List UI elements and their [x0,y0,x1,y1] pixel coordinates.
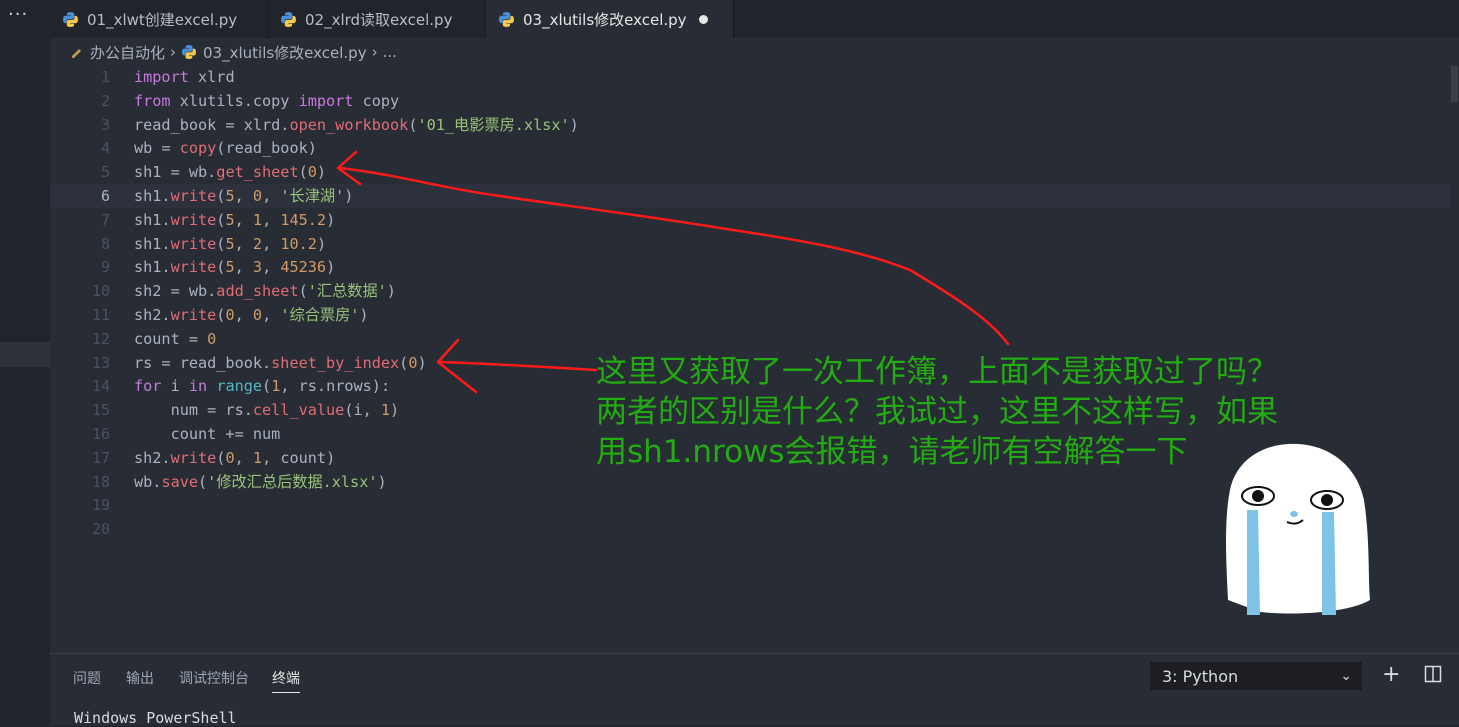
line-number: 16 [91,424,110,443]
code-lines[interactable]: import xlrd from xlutils.copy import cop… [134,66,579,542]
split-terminal-icon[interactable] [1424,664,1442,689]
code-line[interactable]: rs = read_book.sheet_by_index(0) [134,352,579,376]
line-number: 14 [91,377,110,396]
code-line[interactable]: count = 0 [134,328,579,352]
line-number: 8 [100,234,110,253]
code-line[interactable]: sh1.write(5, 2, 10.2) [134,233,579,257]
annotation-line: 用sh1.nrows会报错，请老师有空解答一下 [596,434,1188,470]
tab-label: 03_xlutils修改excel.py [523,10,687,29]
code-line[interactable]: sh2.write(0, 0, '综合票房') [134,304,579,328]
tab-label: 01_xlwt创建excel.py [87,10,238,29]
folder-pencil-icon [72,49,81,58]
line-number: 3 [100,115,110,134]
bottom-panel: 问题 输出 调试控制台 终端 3: Python ⌄ + Windows Pow… [50,653,1459,727]
breadcrumb-file-label: 03_xlutils修改excel.py [203,43,367,62]
line-number: 19 [91,496,110,515]
code-line[interactable]: num = rs.cell_value(i, 1) [134,399,579,423]
terminal-output[interactable]: Windows PowerShell [74,709,237,727]
line-number: 1 [100,68,110,86]
breadcrumb: 办公自动化 › 03_xlutils修改excel.py › ... [50,38,1459,66]
line-number: 9 [100,258,110,277]
terminal-select[interactable]: 3: Python ⌄ [1150,662,1362,690]
tab-terminal[interactable]: 终端 [272,668,300,693]
line-number: 10 [91,282,110,301]
line-number: 11 [91,305,110,324]
tab-output[interactable]: 输出 [126,668,154,688]
line-number: 2 [100,91,110,110]
line-number-gutter: 1 2 3 4 5 6 7 8 9 10 11 12 13 14 15 16 1… [50,66,110,542]
code-line[interactable]: sh2.write(0, 1, count) [134,447,579,471]
tab-03-xlutils[interactable]: 03_xlutils修改excel.py [486,0,734,38]
add-terminal-icon[interactable]: + [1382,662,1400,687]
tab-problems[interactable]: 问题 [73,668,101,688]
breadcrumb-file[interactable]: 03_xlutils修改excel.py [181,42,367,63]
code-line[interactable] [134,494,579,518]
tab-01-xlwt[interactable]: 01_xlwt创建excel.py [50,0,268,38]
more-actions-icon[interactable]: ··· [8,4,28,25]
line-number: 15 [91,401,110,420]
python-file-icon [182,45,197,59]
breadcrumb-folder[interactable]: 办公自动化 [70,42,165,63]
line-number: 12 [91,329,110,348]
line-number: 6 [100,186,110,205]
unsaved-dot-icon[interactable] [698,14,708,24]
code-line[interactable]: for i in range(1, rs.nrows): [134,375,579,399]
python-file-icon [63,11,78,27]
code-line[interactable]: sh2 = wb.add_sheet('汇总数据') [134,280,579,304]
code-line[interactable] [134,518,579,542]
line-number: 20 [91,520,110,539]
code-line[interactable]: sh1 = wb.get_sheet(0) [134,161,579,185]
tab-debug-console[interactable]: 调试控制台 [179,668,249,688]
code-line[interactable]: count += num [134,423,579,447]
line-number: 7 [100,210,110,229]
activity-bar: ··· [0,0,50,726]
line-number: 13 [91,353,110,372]
line-number: 5 [100,163,110,182]
python-file-icon [499,11,514,27]
annotation-line: 这里又获取了一次工作簿，上面不是获取过了吗？ [596,354,1278,390]
line-number: 17 [91,448,110,467]
editor-tab-bar: 01_xlwt创建excel.py 02_xlrd读取excel.py 03_x… [50,0,1459,38]
code-line[interactable]: import xlrd [134,66,579,90]
chevron-right-icon: › [371,43,378,61]
breadcrumb-folder-label: 办公自动化 [90,43,166,62]
code-line[interactable]: sh1.write(5, 0, '长津湖') [134,185,579,209]
tab-02-xlrd[interactable]: 02_xlrd读取excel.py [268,0,486,38]
tab-label: 02_xlrd读取excel.py [305,10,453,29]
code-line[interactable]: from xlutils.copy import copy [134,90,579,114]
terminal-select-value: 3: Python [1162,666,1239,686]
question-annotation: 这里又获取了一次工作簿，上面不是获取过了吗？ 两者的区别是什么？我试过，这里不这… [596,352,1278,472]
code-line[interactable]: sh1.write(5, 3, 45236) [134,256,579,280]
code-line[interactable]: read_book = xlrd.open_workbook('01_电影票房.… [134,114,579,138]
chevron-down-icon: ⌄ [1340,668,1352,684]
code-line[interactable]: sh1.write(5, 1, 145.2) [134,209,579,233]
python-file-icon [281,11,296,27]
scrollbar-thumb[interactable] [1451,66,1458,102]
line-number: 4 [100,139,110,158]
annotation-line: 两者的区别是什么？我试过，这里不这样写，如果 [596,394,1278,430]
line-number: 18 [91,472,110,491]
code-line[interactable]: wb = copy(read_book) [134,137,579,161]
code-line[interactable]: wb.save('修改汇总后数据.xlsx') [134,471,579,495]
breadcrumb-more[interactable]: ... [383,43,397,61]
chevron-right-icon: › [170,43,177,61]
activity-selection [0,342,50,367]
